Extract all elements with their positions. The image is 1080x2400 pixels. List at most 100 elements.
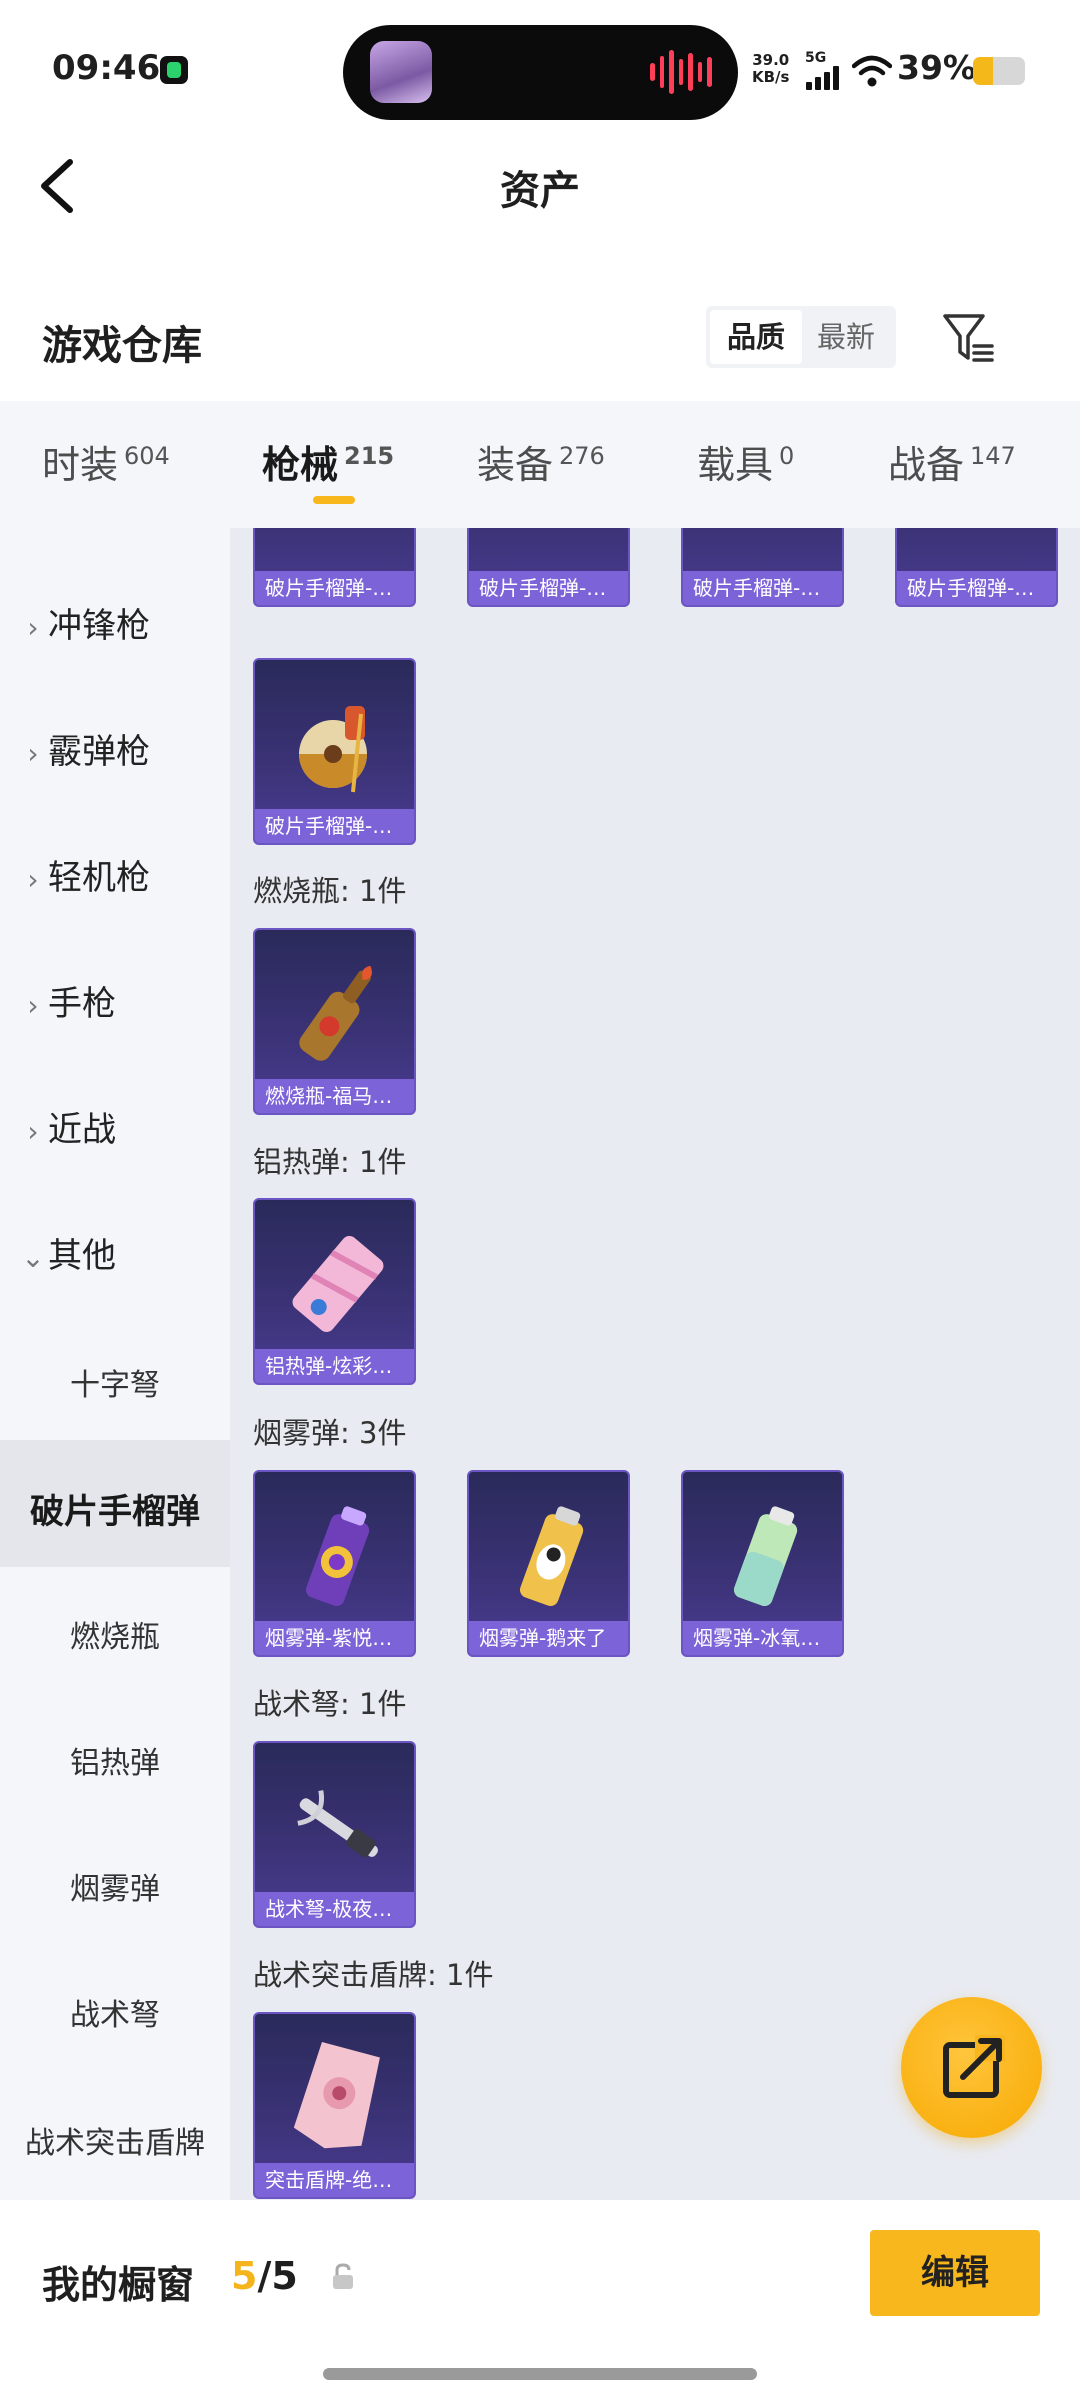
item-card-label: 破片手榴弹-… [255, 809, 414, 843]
sidebar-item-melee[interactable]: › 近战 [0, 1102, 230, 1151]
tab-supplies[interactable]: 战备 147 [888, 434, 1016, 489]
page-title: 资产 [500, 168, 580, 214]
filter-icon[interactable] [942, 312, 996, 364]
item-card[interactable]: 铝热弹-炫彩… [253, 1198, 416, 1385]
tab-equipment[interactable]: 装备 276 [477, 434, 605, 489]
item-card[interactable]: 烟雾弹-鹅来了 [467, 1470, 630, 1657]
active-tab-indicator [313, 496, 355, 504]
sidebar-item-lmg[interactable]: › 轻机枪 [0, 850, 230, 899]
item-card-label: 铝热弹-炫彩… [255, 1349, 414, 1383]
item-card[interactable]: 燃烧瓶-福马… [253, 928, 416, 1115]
sort-latest-button[interactable]: 最新 [800, 306, 892, 368]
battery-level [973, 57, 993, 85]
sidebar-sub-tactical-crossbow[interactable]: 战术弩 [0, 1990, 230, 2034]
chevron-right-icon: › [27, 989, 39, 1022]
showcase-used: 5 [231, 2254, 258, 2298]
sidebar-item-other[interactable]: ⌄其他 [0, 1228, 230, 1277]
item-card-label: 破片手榴弹-… [255, 571, 414, 605]
edit-button[interactable]: 编辑 [870, 2230, 1040, 2316]
chevron-right-icon: › [27, 737, 39, 770]
home-indicator[interactable] [323, 2368, 757, 2380]
tab-equipment-label: 装备 [477, 443, 554, 487]
sidebar-sub-molotov[interactable]: 燃烧瓶 [0, 1612, 230, 1656]
sidebar-sub-crossbow[interactable]: 十字弩 [0, 1360, 230, 1404]
tab-vehicles[interactable]: 载具 0 [697, 434, 794, 489]
group-title: 铝热弹: 1件 [253, 1145, 407, 1179]
group-title: 战术突击盾牌: 1件 [253, 1958, 494, 1992]
chevron-right-icon: › [27, 1115, 39, 1148]
sidebar-item-label: 轻机枪 [48, 858, 150, 898]
molotov-icon [299, 965, 372, 1061]
tab-equipment-count: 276 [559, 442, 605, 471]
network-speed-value: 39.0 [752, 51, 790, 69]
status-time: 09:46 [52, 48, 161, 88]
warehouse-title: 游戏仓库 [42, 323, 202, 369]
item-card[interactable]: 战术弩-极夜… [253, 1741, 416, 1928]
sidebar-item-pistol[interactable]: › 手枪 [0, 976, 230, 1025]
item-card-label: 破片手榴弹-… [469, 571, 628, 605]
sidebar-sub-smoke[interactable]: 烟雾弹 [0, 1864, 230, 1908]
item-card-label: 烟雾弹-冰氧… [683, 1621, 842, 1655]
item-card-label: 战术弩-极夜… [255, 1892, 414, 1926]
showcase-count: 5/5 [231, 2254, 298, 2298]
tab-vehicles-count: 0 [779, 442, 795, 471]
share-icon [943, 2035, 1005, 2098]
sidebar-item-label: 手枪 [48, 984, 116, 1024]
audio-wave-icon [650, 48, 713, 96]
crossbow-icon [297, 1790, 378, 1858]
group-title: 燃烧瓶: 1件 [253, 874, 407, 908]
item-card-label: 破片手榴弹-… [897, 571, 1056, 605]
item-card[interactable]: 烟雾弹-紫悦… [253, 1470, 416, 1657]
sidebar-item-label: 其他 [48, 1236, 116, 1276]
network-speed: 39.0 KB/s [752, 52, 789, 86]
showcase-total: /5 [257, 2254, 298, 2298]
sidebar-item-smg[interactable]: › 冲锋枪 [0, 598, 230, 647]
sidebar-sub-frag-grenade[interactable]: 破片手榴弹 [0, 1484, 230, 1533]
tab-firearms-count: 215 [344, 442, 395, 471]
sidebar-sub-assault-shield[interactable]: 战术突击盾牌 [0, 2118, 230, 2162]
smoke-grenade-icon [305, 1506, 370, 1607]
item-card[interactable]: 破片手榴弹-… [253, 658, 416, 845]
item-card-label: 烟雾弹-鹅来了 [469, 1621, 628, 1655]
sidebar-item-shotgun[interactable]: › 霰弹枪 [0, 724, 230, 773]
item-card-label: 突击盾牌-绝… [255, 2163, 414, 2197]
group-title: 烟雾弹: 3件 [253, 1416, 407, 1450]
sidebar-item-label: 冲锋枪 [48, 606, 150, 646]
signal-icon [806, 66, 844, 90]
tab-outfits-count: 604 [124, 442, 170, 471]
media-thumbnail [370, 41, 432, 103]
lock-icon [333, 2263, 353, 2289]
item-card-label: 燃烧瓶-福马… [255, 1079, 414, 1113]
smoke-grenade-icon [519, 1506, 584, 1607]
showcase-label: 我的橱窗 [42, 2263, 195, 2307]
chevron-right-icon: › [27, 611, 39, 644]
wifi-icon [852, 55, 892, 87]
sidebar-item-label: 近战 [48, 1110, 116, 1150]
smoke-grenade-icon [733, 1506, 798, 1607]
tab-outfits-label: 时装 [42, 443, 119, 487]
frag-grenade-icon [299, 706, 367, 793]
sidebar-item-label: 霰弹枪 [48, 732, 150, 772]
tab-vehicles-label: 载具 [697, 443, 774, 487]
network-type: 5G [805, 50, 827, 66]
tab-supplies-label: 战备 [888, 443, 965, 487]
tab-firearms[interactable]: 枪械 215 [262, 434, 394, 489]
tab-firearms-label: 枪械 [262, 443, 339, 487]
sidebar-sub-thermite[interactable]: 铝热弹 [0, 1738, 230, 1782]
group-title: 战术弩: 1件 [253, 1687, 407, 1721]
tab-outfits[interactable]: 时装 604 [42, 434, 170, 489]
thermite-icon [292, 1235, 384, 1333]
sort-quality-button[interactable]: 品质 [710, 310, 802, 364]
item-card[interactable]: 突击盾牌-绝… [253, 2012, 416, 2199]
item-card[interactable]: 烟雾弹-冰氧… [681, 1470, 844, 1657]
battery-percent: 39% [897, 48, 976, 87]
chevron-down-icon: ⌄ [21, 1241, 45, 1274]
network-speed-unit: KB/s [752, 68, 790, 86]
share-button[interactable] [901, 1997, 1042, 2138]
item-card-label: 烟雾弹-紫悦… [255, 1621, 414, 1655]
tab-supplies-count: 147 [970, 442, 1016, 471]
item-card-label: 破片手榴弹-… [683, 571, 842, 605]
assault-shield-icon [293, 2041, 380, 2149]
notification-app-icon [160, 56, 188, 84]
chevron-right-icon: › [27, 863, 39, 896]
